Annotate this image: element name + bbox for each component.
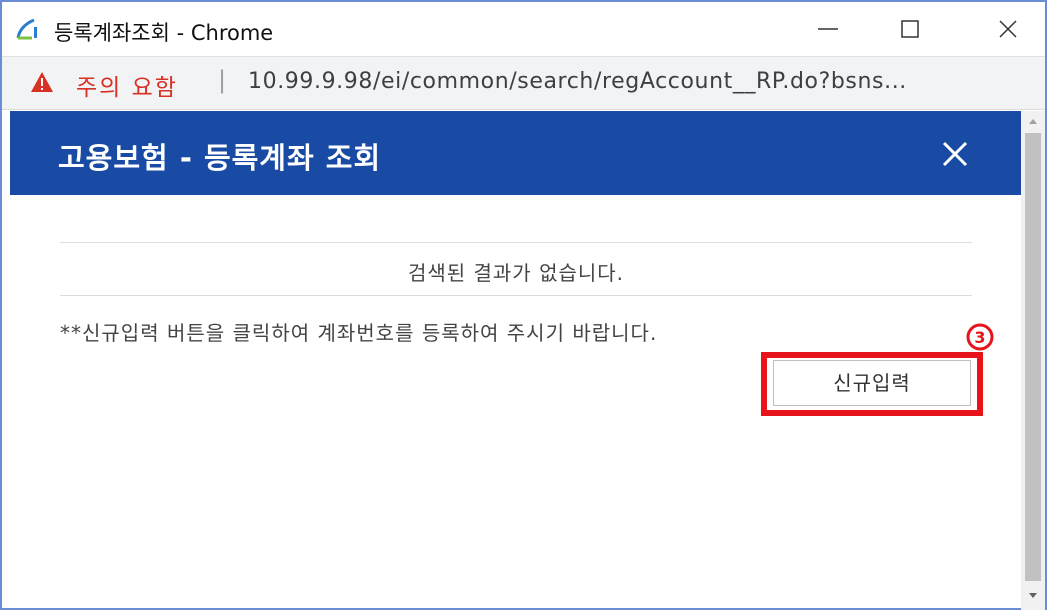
app-icon [16,18,37,40]
scrollbar-thumb[interactable] [1025,133,1041,581]
popup-title: 고용보험 - 등록계좌 조회 [58,141,382,175]
address-bar[interactable]: 주의 요함 | 10.99.9.98/ei/common/search/regA… [2,56,1045,110]
scroll-up-icon[interactable] [1021,111,1045,131]
step-3-marker: 3 [966,323,994,351]
window-close-icon[interactable] [982,10,1034,48]
scroll-down-icon[interactable] [1021,586,1045,606]
new-entry-button[interactable]: 신규입력 [773,360,971,406]
result-table: 검색된 결과가 없습니다. [60,242,972,296]
popup-header: 고용보험 - 등록계좌 조회 [10,111,1021,195]
svg-text:3: 3 [974,328,985,347]
maximize-icon[interactable] [884,10,936,48]
close-icon[interactable] [940,139,970,169]
url-text[interactable]: 10.99.9.98/ei/common/search/regAccount__… [248,69,907,94]
title-bar: 등록계좌조회 - Chrome [2,2,1045,54]
window-title: 등록계좌조회 - Chrome [54,21,274,45]
minimize-icon[interactable] [802,10,854,48]
scrollbar[interactable] [1021,111,1045,610]
instruction-notice: **신규입력 버튼을 클릭하여 계좌번호를 등록하여 주시기 바랍니다. [60,321,658,345]
address-separator: | [218,66,227,94]
no-result-message: 검색된 결과가 없습니다. [407,261,625,285]
browser-popup-window: 등록계좌조회 - Chrome 주의 요함 | 10.99.9.98/ei/co… [0,0,1047,610]
warning-icon[interactable] [30,71,54,93]
security-warning-label[interactable]: 주의 요함 [76,68,178,102]
